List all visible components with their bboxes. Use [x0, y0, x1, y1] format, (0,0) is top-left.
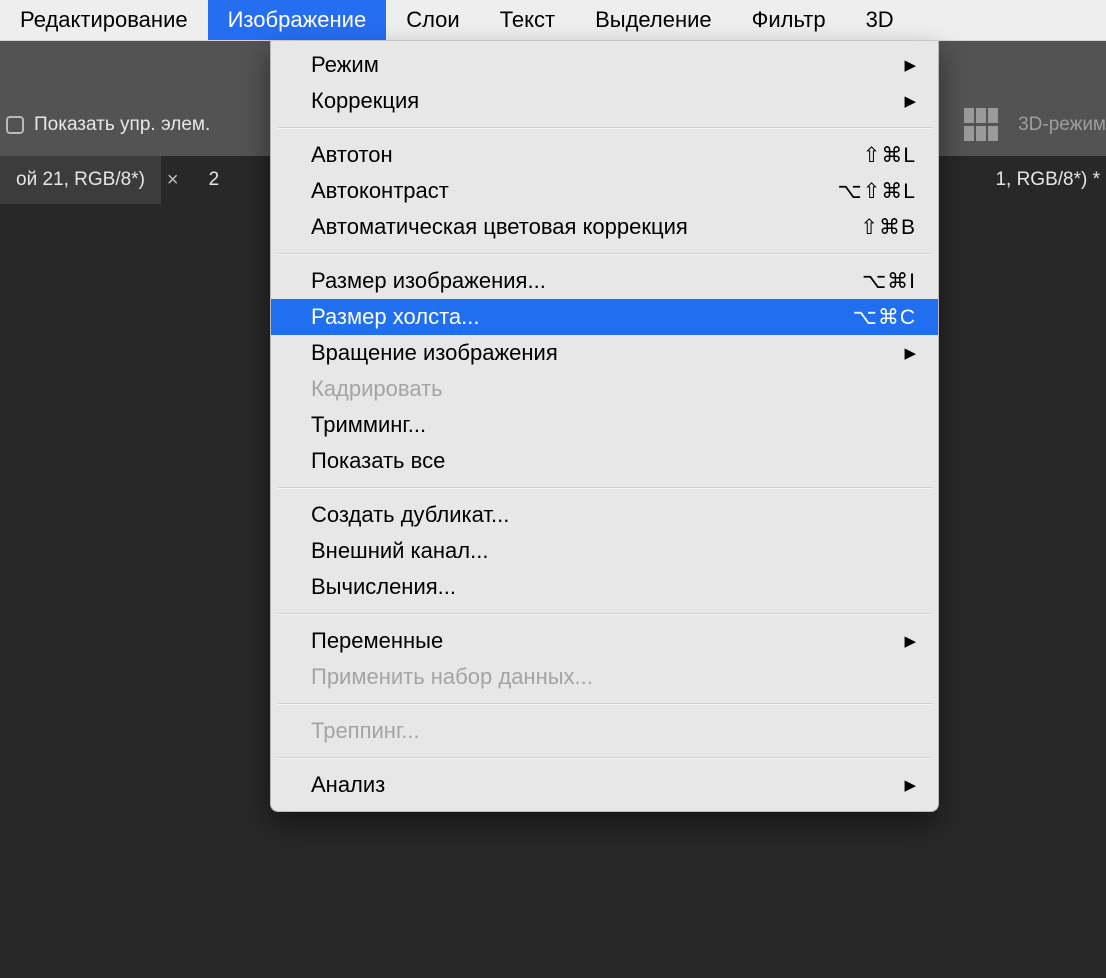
menu-item-shortcut: ⌥⇧⌘L	[838, 179, 916, 204]
menu-layers[interactable]: Слои	[386, 0, 480, 40]
layout-grid-icon[interactable]	[964, 108, 998, 142]
menu-item-label: Кадрировать	[311, 376, 916, 402]
menu-item-label: Вычисления...	[311, 574, 916, 600]
menu-separator	[271, 479, 938, 497]
menu-item[interactable]: Коррекция▶	[271, 83, 938, 119]
menu-item-label: Переменные	[311, 628, 904, 654]
menu-item[interactable]: Создать дубликат...	[271, 497, 938, 533]
document-tab[interactable]: 1, RGB/8*) *	[981, 156, 1106, 204]
menu-separator	[271, 605, 938, 623]
menu-item: Кадрировать	[271, 371, 938, 407]
show-controls-label: Показать упр. элем.	[34, 114, 210, 136]
menu-item-label: Тримминг...	[311, 412, 916, 438]
menu-item-label: Автотон	[311, 142, 863, 168]
document-tab[interactable]: 2	[193, 156, 236, 204]
menu-separator	[271, 695, 938, 713]
menubar: Редактирование Изображение Слои Текст Вы…	[0, 0, 1106, 41]
menu-item-label: Коррекция	[311, 88, 904, 114]
tab-title-fragment: ой 21, RGB/8*)	[16, 169, 145, 191]
menu-item-label: Размер изображения...	[311, 268, 862, 294]
menu-item[interactable]: Режим▶	[271, 47, 938, 83]
submenu-arrow-icon: ▶	[904, 632, 916, 650]
menu-item-label: Автоконтраст	[311, 178, 838, 204]
menu-image[interactable]: Изображение	[208, 0, 387, 40]
menu-item[interactable]: Показать все	[271, 443, 938, 479]
document-tab[interactable]: ой 21, RGB/8*)	[0, 156, 161, 204]
menu-item-label: Внешний канал...	[311, 538, 916, 564]
show-controls-checkbox[interactable]	[6, 116, 24, 134]
menu-item[interactable]: Размер холста...⌥⌘C	[271, 299, 938, 335]
menu-filter[interactable]: Фильтр	[732, 0, 846, 40]
menu-text[interactable]: Текст	[480, 0, 575, 40]
menu-item[interactable]: Тримминг...	[271, 407, 938, 443]
menu-3d[interactable]: 3D	[846, 0, 914, 40]
tab-title-fragment: 2	[209, 169, 220, 191]
menu-separator	[271, 245, 938, 263]
tab-close-icon[interactable]: ×	[161, 156, 189, 204]
menu-item[interactable]: Автотон⇧⌘L	[271, 137, 938, 173]
menu-item: Применить набор данных...	[271, 659, 938, 695]
menu-item[interactable]: Внешний канал...	[271, 533, 938, 569]
menu-item-label: Режим	[311, 52, 904, 78]
3d-mode-label: 3D-режим	[1018, 114, 1106, 136]
menu-item: Треппинг...	[271, 713, 938, 749]
tab-title-fragment: 1, RGB/8*) *	[995, 169, 1100, 191]
menu-item-label: Создать дубликат...	[311, 502, 916, 528]
menu-item-label: Автоматическая цветовая коррекция	[311, 214, 860, 240]
submenu-arrow-icon: ▶	[904, 344, 916, 362]
submenu-arrow-icon: ▶	[904, 56, 916, 74]
menu-edit[interactable]: Редактирование	[0, 0, 208, 40]
menu-item[interactable]: Вычисления...	[271, 569, 938, 605]
menu-separator	[271, 749, 938, 767]
image-menu-dropdown: Режим▶Коррекция▶Автотон⇧⌘LАвтоконтраст⌥⇧…	[270, 41, 939, 812]
menu-item[interactable]: Анализ▶	[271, 767, 938, 803]
menu-item[interactable]: Вращение изображения▶	[271, 335, 938, 371]
menu-item[interactable]: Переменные▶	[271, 623, 938, 659]
submenu-arrow-icon: ▶	[904, 776, 916, 794]
menu-item[interactable]: Автоконтраст⌥⇧⌘L	[271, 173, 938, 209]
menu-item-shortcut: ⌥⌘I	[862, 269, 916, 294]
menu-item-shortcut: ⇧⌘L	[863, 143, 916, 168]
menu-selection[interactable]: Выделение	[575, 0, 732, 40]
menu-item-shortcut: ⌥⌘C	[853, 305, 916, 330]
menu-item-label: Показать все	[311, 448, 916, 474]
menu-item-label: Анализ	[311, 772, 904, 798]
menu-separator	[271, 119, 938, 137]
menu-item-label: Применить набор данных...	[311, 664, 916, 690]
menu-item-label: Треппинг...	[311, 718, 916, 744]
menu-item-shortcut: ⇧⌘B	[860, 215, 916, 240]
menu-item[interactable]: Автоматическая цветовая коррекция⇧⌘B	[271, 209, 938, 245]
menu-item[interactable]: Размер изображения...⌥⌘I	[271, 263, 938, 299]
submenu-arrow-icon: ▶	[904, 92, 916, 110]
menu-item-label: Вращение изображения	[311, 340, 904, 366]
menu-item-label: Размер холста...	[311, 304, 853, 330]
